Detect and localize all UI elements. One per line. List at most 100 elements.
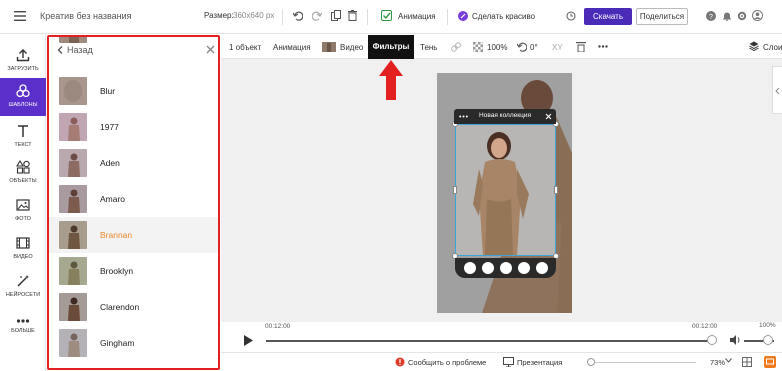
zoom-value[interactable]: 73% — [710, 358, 725, 367]
zoom-slider[interactable] — [591, 362, 696, 363]
opacity-value[interactable]: 100% — [487, 43, 507, 52]
chevron-down-icon[interactable] — [725, 358, 732, 363]
link-icon[interactable] — [451, 42, 461, 52]
nav-video[interactable]: Видео — [0, 230, 46, 266]
menu-icon[interactable] — [14, 11, 26, 21]
nav-text[interactable]: Текст — [0, 118, 46, 154]
timeline-playhead[interactable] — [707, 335, 717, 345]
help-icon[interactable]: ? — [706, 11, 716, 21]
magic-icon[interactable] — [458, 11, 468, 21]
settings-icon[interactable] — [737, 11, 747, 21]
nav-objects-label: Объекты — [9, 178, 37, 184]
fullscreen-icon[interactable] — [764, 356, 776, 368]
filter-thumbnail — [59, 221, 87, 249]
nav-photo[interactable]: Фото — [0, 192, 46, 228]
xy-position[interactable]: XY — [552, 43, 563, 52]
align-icon[interactable] — [576, 42, 586, 52]
share-button[interactable]: Поделиться — [636, 8, 688, 25]
notifications-icon[interactable] — [722, 11, 732, 21]
filter-thumbnail — [59, 149, 87, 177]
rotate-icon[interactable] — [517, 42, 527, 52]
collapse-panel-tab[interactable] — [772, 66, 782, 114]
filter-thumbnail — [59, 113, 87, 141]
objects-icon — [16, 160, 30, 174]
upload-icon — [16, 48, 30, 62]
crop-icon[interactable] — [518, 262, 530, 274]
report-problem-link[interactable]: Сообщить о проблеме — [408, 358, 486, 367]
nav-templates[interactable]: Шаблоны — [0, 78, 46, 116]
divider — [367, 9, 368, 25]
play-icon[interactable] — [244, 335, 253, 346]
selected-video-element[interactable] — [455, 124, 556, 256]
filter-name: Amaro — [100, 194, 126, 204]
object-toolbar: 1 объект Анимация Видео Фильтры Тень 100… — [221, 35, 782, 59]
profile-icon[interactable] — [752, 10, 763, 21]
size-label: Размер: — [204, 11, 234, 20]
layers-button[interactable]: Слои — [763, 43, 782, 52]
rotation-value[interactable]: 0° — [530, 43, 538, 52]
report-problem-icon — [395, 357, 405, 367]
nav-upload[interactable]: Загрузить — [0, 42, 46, 78]
objects-count[interactable]: 1 объект — [229, 43, 261, 52]
filter-row[interactable]: Clarendon — [49, 289, 218, 325]
timeline-end-time: 00:12:00 — [692, 323, 718, 330]
more-actions-icon[interactable] — [536, 262, 548, 274]
resize-handle[interactable] — [453, 186, 457, 194]
undo-icon[interactable] — [293, 11, 303, 21]
back-button[interactable]: Назад — [67, 45, 93, 55]
volume-icon[interactable] — [730, 335, 741, 345]
nav-ai[interactable]: Нейросети — [0, 268, 46, 304]
filter-name: Gingham — [100, 338, 135, 348]
shadow-tab[interactable]: Тень — [420, 43, 437, 52]
opacity-icon[interactable] — [473, 42, 483, 52]
duplicate-icon[interactable] — [482, 262, 494, 274]
element-action-bar — [455, 258, 556, 278]
nav-objects[interactable]: Объекты — [0, 154, 46, 190]
project-title[interactable]: Креатив без названия — [40, 11, 132, 21]
redo-icon[interactable] — [312, 11, 322, 21]
delete-icon[interactable] — [348, 10, 357, 21]
filter-row[interactable]: Aden — [49, 145, 218, 181]
history-icon[interactable] — [566, 11, 576, 21]
filter-row-selected[interactable]: Brannan — [49, 217, 218, 253]
left-navigation: Загрузить Шаблоны Текст Объекты Фото Вид… — [0, 34, 46, 371]
nav-more[interactable]: Больше — [0, 308, 46, 344]
grid-icon[interactable] — [742, 357, 752, 367]
download-button[interactable]: Скачать — [584, 8, 632, 25]
popup-title: Новая коллекция — [479, 112, 531, 119]
presentation-icon — [503, 357, 514, 367]
popup-close-icon[interactable] — [545, 113, 552, 120]
trash-icon[interactable] — [500, 262, 512, 274]
status-bar: Сообщить о проблеме Презентация 73% — [221, 352, 782, 371]
presentation-button[interactable]: Презентация — [517, 358, 562, 367]
video-tab[interactable]: Видео — [340, 43, 363, 52]
timeline-track[interactable] — [266, 340, 710, 342]
layers-icon[interactable] — [749, 41, 759, 51]
nav-photo-label: Фото — [15, 216, 31, 222]
filter-row[interactable]: 1977 — [49, 109, 218, 145]
timeline-start-time: 00:12:00 — [265, 323, 291, 330]
back-arrow-icon[interactable] — [57, 46, 63, 54]
close-icon[interactable] — [206, 45, 215, 54]
resize-handle[interactable] — [554, 186, 558, 194]
zoom-knob[interactable] — [587, 358, 595, 366]
size-value[interactable]: 360x640 px — [233, 11, 274, 20]
animation-checkbox[interactable] — [381, 10, 392, 21]
animation-label[interactable]: Анимация — [398, 12, 436, 21]
filter-name: Clarendon — [100, 302, 140, 312]
nav-video-label: Видео — [13, 254, 33, 260]
filter-row[interactable]: Gingham — [49, 325, 218, 361]
volume-knob[interactable] — [763, 335, 773, 345]
filter-row[interactable]: Blur — [49, 73, 218, 109]
video-icon — [16, 236, 30, 250]
filter-row[interactable]: Amaro — [49, 181, 218, 217]
make-pretty-button[interactable]: Сделать красиво — [472, 12, 535, 21]
filters-tab[interactable]: Фильтры — [368, 35, 414, 59]
more-options-icon[interactable] — [598, 45, 608, 48]
filter-row-partial[interactable] — [49, 37, 218, 43]
filter-row[interactable]: Brooklyn — [49, 253, 218, 289]
animation-tab[interactable]: Анимация — [273, 43, 311, 52]
replace-icon[interactable] — [464, 262, 476, 274]
filter-name: Aden — [100, 158, 120, 168]
copy-icon[interactable] — [331, 10, 341, 21]
